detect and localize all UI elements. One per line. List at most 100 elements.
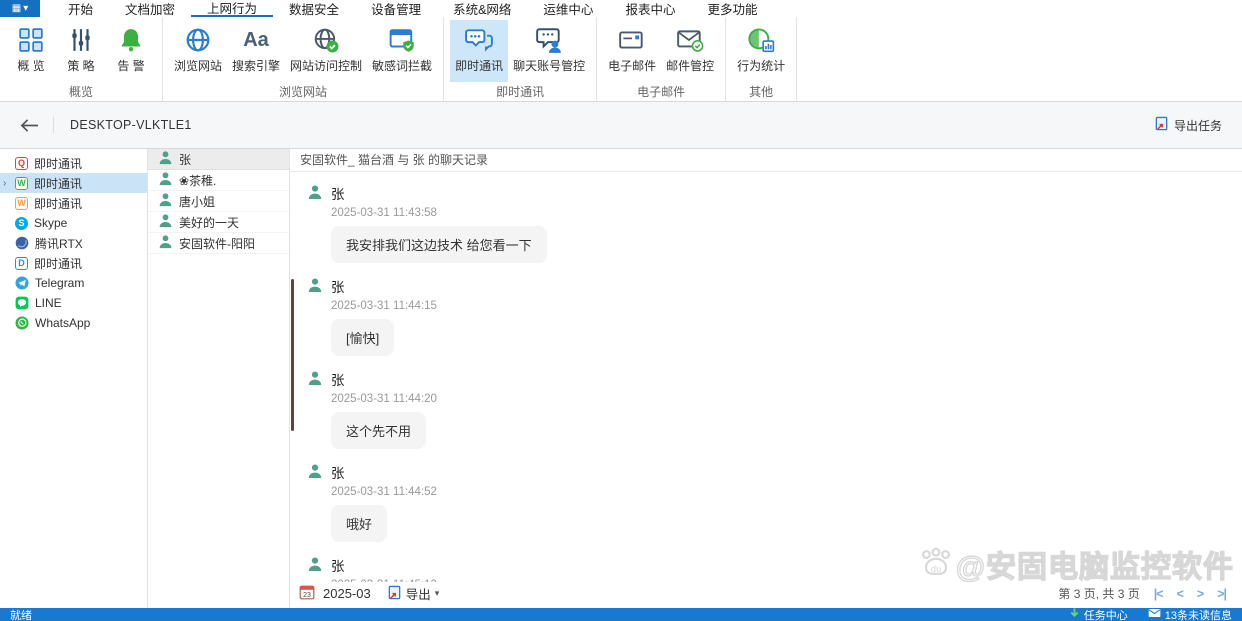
- app-menu-button[interactable]: ▦▾: [0, 0, 40, 17]
- ribbon-item-sensitive-word-block[interactable]: 敏感词拦截: [367, 20, 437, 82]
- tab-system-network[interactable]: 系统&网络: [437, 0, 527, 17]
- tab-internet-behavior[interactable]: 上网行为: [191, 0, 273, 17]
- chat-message: 张 2025-03-31 11:44:20 这个先不用: [307, 369, 1242, 449]
- task-center-button[interactable]: 任务中心: [1069, 607, 1128, 621]
- ribbon-item-label: 概 览: [17, 57, 44, 74]
- bell-icon: [118, 23, 144, 57]
- contact-row[interactable]: ❀茶稚.: [148, 170, 289, 191]
- device-name: DESKTOP-VLKTLE1: [70, 118, 192, 132]
- sidebar-item-wecom[interactable]: W 即时通讯: [0, 193, 147, 213]
- scrollbar-thumb[interactable]: [291, 279, 294, 431]
- sidebar-item-skype[interactable]: S Skype: [0, 213, 147, 233]
- globe-icon: [185, 23, 211, 57]
- chat-panel: 安固软件_ 猫台酒 与 张 的聊天记录 张 2025-03-31 11:43:5…: [290, 149, 1242, 608]
- sidebar-item-tencent-rtx[interactable]: 腾讯RTX: [0, 233, 147, 253]
- export-tasks-button[interactable]: 导出任务: [1154, 116, 1222, 134]
- person-icon: [307, 370, 323, 389]
- wechat-icon: W: [15, 177, 28, 190]
- app-label: 即时通讯: [34, 255, 82, 272]
- tab-ops-center[interactable]: 运维中心: [527, 0, 609, 17]
- unread-messages-label: 13条未读信息: [1165, 607, 1232, 621]
- expand-arrow-icon: ›: [3, 178, 6, 189]
- rtx-icon: [15, 236, 29, 250]
- chevron-down-icon: ▾: [435, 588, 440, 599]
- message-sender: 张: [331, 555, 1242, 575]
- svg-text:23: 23: [303, 592, 311, 599]
- status-bar: 就绪 任务中心 13条未读信息: [0, 608, 1242, 621]
- prev-page-button[interactable]: <: [1177, 587, 1183, 601]
- chat-message: 张 2025-03-31 11:44:52 哦好: [307, 462, 1242, 542]
- ribbon-item-behavior-statistics[interactable]: 行为统计: [732, 20, 790, 82]
- mail-icon: [618, 23, 646, 57]
- ribbon-item-alert[interactable]: 告 警: [106, 20, 156, 82]
- export-button[interactable]: 导出 ▾: [387, 584, 440, 603]
- divider: [53, 117, 54, 133]
- tab-data-security[interactable]: 数据安全: [273, 0, 355, 17]
- contact-row[interactable]: 美好的一天: [148, 212, 289, 233]
- message-bubble: 我安排我们这边技术 给您看一下: [331, 226, 547, 263]
- message-sender: 张: [331, 276, 1242, 296]
- ribbon-group-overview: 概 览 策 略 告 警 概览: [0, 17, 163, 101]
- app-menu-icon: ▦: [12, 3, 21, 14]
- tab-more-features[interactable]: 更多功能: [691, 0, 773, 17]
- ribbon-item-policy[interactable]: 策 略: [56, 20, 106, 82]
- ribbon-item-label: 即时通讯: [455, 57, 503, 74]
- contact-name: 唐小姐: [179, 193, 215, 210]
- next-page-button[interactable]: >: [1197, 587, 1203, 601]
- ribbon-group-label: 电子邮件: [597, 82, 725, 104]
- message-sender: 张: [331, 462, 1242, 482]
- chat-message: 张 2025-03-31 11:44:15 [愉快]: [307, 276, 1242, 356]
- sidebar-item-line[interactable]: LINE: [0, 293, 147, 313]
- date-picker[interactable]: 23 2025-03: [299, 584, 371, 603]
- sidebar-item-dingtalk[interactable]: D 即时通讯: [0, 253, 147, 273]
- ribbon-item-label: 行为统计: [737, 57, 785, 74]
- ribbon-item-instant-messaging[interactable]: 即时通讯: [450, 20, 508, 82]
- message-timestamp: 2025-03-31 11:45:12: [331, 579, 1242, 582]
- message-bubble: 哦好: [331, 505, 387, 542]
- ribbon-item-email[interactable]: 电子邮件: [603, 20, 661, 82]
- ribbon-item-website-access-control[interactable]: 网站访问控制: [285, 20, 367, 82]
- app-label: LINE: [35, 296, 62, 310]
- top-tab-bar: ▦▾ 开始 文档加密 上网行为 数据安全 设备管理 系统&网络 运维中心 报表中…: [0, 0, 1242, 17]
- ribbon-tabs: 开始 文档加密 上网行为 数据安全 设备管理 系统&网络 运维中心 报表中心 更…: [52, 0, 773, 17]
- message-sender: 张: [331, 183, 1242, 203]
- tab-doc-encryption[interactable]: 文档加密: [109, 0, 191, 17]
- ribbon-item-mail-control[interactable]: 邮件管控: [661, 20, 719, 82]
- main-content: Q 即时通讯 › W 即时通讯 W 即时通讯 S Skype 腾讯RTX D 即…: [0, 148, 1242, 608]
- first-page-button[interactable]: |<: [1154, 587, 1163, 601]
- ribbon-item-overview[interactable]: 概 览: [6, 20, 56, 82]
- ribbon-item-browse-websites[interactable]: 浏览网站: [169, 20, 227, 82]
- date-value: 2025-03: [323, 586, 371, 601]
- chat-user-icon: [535, 23, 563, 57]
- message-timestamp: 2025-03-31 11:43:58: [331, 207, 1242, 219]
- ribbon-item-search-engine[interactable]: Aa 搜索引擎: [227, 20, 285, 82]
- contact-row[interactable]: 安固软件-阳阳: [148, 233, 289, 254]
- qq-icon: Q: [15, 157, 28, 170]
- last-page-button[interactable]: >|: [1217, 587, 1226, 601]
- sidebar-item-whatsapp[interactable]: WhatsApp: [0, 313, 147, 333]
- ribbon-item-label: 搜索引擎: [232, 57, 280, 74]
- person-icon: [307, 277, 323, 296]
- ribbon-group-label: 其他: [726, 82, 796, 104]
- unread-messages-button[interactable]: 13条未读信息: [1148, 607, 1232, 621]
- sidebar-item-wechat[interactable]: › W 即时通讯: [0, 173, 147, 193]
- contacts-panel: 张 ❀茶稚. 唐小姐 美好的一天 安固软件-阳阳: [148, 149, 290, 608]
- sidebar-item-qq[interactable]: Q 即时通讯: [0, 153, 147, 173]
- status-ready: 就绪: [10, 607, 32, 621]
- export-doc-icon: [1154, 116, 1169, 134]
- calendar-icon: 23: [299, 584, 315, 603]
- ribbon-item-chat-account-control[interactable]: 聊天账号管控: [508, 20, 590, 82]
- contact-row[interactable]: 张: [148, 149, 289, 170]
- chat-messages: 张 2025-03-31 11:43:58 我安排我们这边技术 给您看一下 张 …: [290, 172, 1242, 582]
- tab-device-management[interactable]: 设备管理: [355, 0, 437, 17]
- ribbon-group-im: 即时通讯 聊天账号管控 即时通讯: [444, 17, 597, 101]
- ribbon-group-browsing: 浏览网站 Aa 搜索引擎 网站访问控制 敏感词拦截 浏览网站: [163, 17, 444, 101]
- sidebar-item-telegram[interactable]: Telegram: [0, 273, 147, 293]
- back-button[interactable]: [20, 118, 39, 133]
- mail-icon: [1148, 608, 1161, 621]
- app-label: WhatsApp: [35, 316, 90, 330]
- tab-report-center[interactable]: 报表中心: [609, 0, 691, 17]
- tab-start[interactable]: 开始: [52, 0, 109, 17]
- font-aa-icon: Aa: [243, 23, 269, 57]
- contact-row[interactable]: 唐小姐: [148, 191, 289, 212]
